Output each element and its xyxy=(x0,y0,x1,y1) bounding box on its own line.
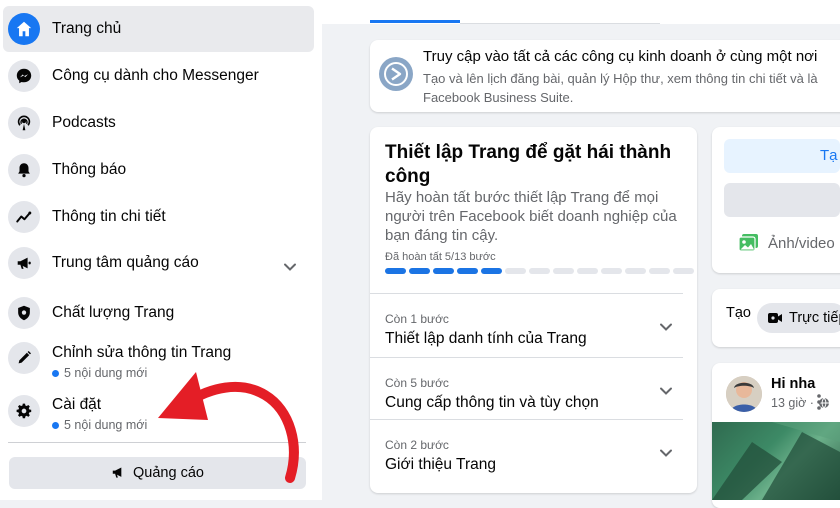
sidebar-item-label: Thông báo xyxy=(52,161,127,178)
sidebar: Trang chủ Công cụ dành cho Messenger Pod… xyxy=(0,0,322,500)
post-author-name[interactable]: Hi nha xyxy=(771,376,815,392)
setup-step[interactable]: Còn 2 bước Giới thiệu Trang xyxy=(370,419,683,480)
business-suite-icon xyxy=(379,57,413,91)
sidebar-item-ad-center[interactable]: Trung tâm quảng cáo xyxy=(0,240,314,286)
megaphone-icon xyxy=(112,467,122,478)
setup-title: Thiết lập Trang để gặt hái thành công xyxy=(385,142,672,187)
post-image[interactable] xyxy=(712,422,840,500)
shield-icon xyxy=(8,297,40,329)
setup-progress-bar xyxy=(385,268,694,274)
sidebar-item-label: Thông tin chi tiết xyxy=(52,208,166,225)
sidebar-item-label: Trung tâm quảng cáo xyxy=(52,254,199,271)
new-dot xyxy=(52,421,59,429)
sidebar-item-edit-page-info[interactable]: Chỉnh sửa thông tin Trang 5 nội dung mới xyxy=(0,337,314,383)
progress-segment-done xyxy=(409,268,430,274)
sidebar-item-label: Chất lượng Trang xyxy=(52,304,175,321)
progress-segment xyxy=(529,268,550,274)
step-title: Cung cấp thông tin và tùy chọn xyxy=(385,394,599,411)
setup-description: Hãy hoàn tất bước thiết lập Trang để mọi… xyxy=(385,189,677,244)
video-camera-icon xyxy=(768,313,782,323)
chevron-down-icon[interactable] xyxy=(658,446,674,464)
progress-segment-done xyxy=(385,268,406,274)
photo-video-button[interactable]: Ảnh/video xyxy=(738,233,835,253)
progress-segment xyxy=(601,268,622,274)
step-title: Thiết lập danh tính của Trang xyxy=(385,330,587,347)
step-remaining: Còn 1 bước xyxy=(385,312,449,326)
create-label: Tạo xyxy=(726,305,751,321)
progress-segment xyxy=(505,268,526,274)
progress-segment-done xyxy=(481,268,502,274)
sidebar-divider xyxy=(8,442,306,443)
new-content-text: 5 nội dung mới xyxy=(64,366,148,380)
chevron-down-icon[interactable] xyxy=(658,384,674,402)
post-time-text: 13 giờ · xyxy=(771,396,814,410)
sidebar-item-settings[interactable]: Cài đặt 5 nội dung mới xyxy=(0,388,314,434)
progress-label: Đã hoàn tất 5/13 bước xyxy=(385,251,496,263)
business-suite-desc: Tạo và lên lịch đăng bài, quản lý Hộp th… xyxy=(423,69,840,107)
sidebar-item-podcasts[interactable]: Podcasts xyxy=(0,100,314,146)
step-remaining: Còn 2 bước xyxy=(385,438,449,452)
active-tab-indicator xyxy=(370,20,460,23)
messenger-icon xyxy=(8,60,40,92)
sidebar-item-label: Podcasts xyxy=(52,114,116,131)
setup-step[interactable]: Còn 1 bước Thiết lập danh tính của Trang xyxy=(370,293,683,354)
progress-segment xyxy=(625,268,646,274)
sidebar-item-insights[interactable]: Thông tin chi tiết xyxy=(0,194,314,240)
avatar[interactable] xyxy=(726,376,762,412)
progress-segment xyxy=(577,268,598,274)
progress-segment-done xyxy=(433,268,454,274)
composer-primary-button[interactable]: Tạ xyxy=(724,139,840,173)
photo-video-label: Ảnh/video xyxy=(768,234,835,252)
business-suite-banner[interactable]: Truy cập vào tất cả các công cụ kinh doa… xyxy=(370,40,840,112)
composer-input[interactable] xyxy=(724,183,840,217)
business-suite-desc-line: Facebook Business Suite. xyxy=(423,90,574,105)
live-video-label: Trực tiếp xyxy=(789,310,840,326)
sidebar-item-messenger-tools[interactable]: Công cụ dành cho Messenger xyxy=(0,53,314,99)
progress-segment xyxy=(553,268,574,274)
composer-primary-label: Tạ xyxy=(820,147,838,164)
sidebar-item-label: Trang chủ xyxy=(52,20,122,37)
sidebar-item-notifications[interactable]: Thông báo xyxy=(0,147,314,193)
progress-segment-done xyxy=(457,268,478,274)
more-options-icon[interactable] xyxy=(812,392,826,417)
promote-button[interactable]: Quảng cáo xyxy=(9,457,306,489)
megaphone-icon xyxy=(8,247,40,279)
pencil-icon xyxy=(8,342,40,374)
insights-icon xyxy=(8,201,40,233)
new-content-text: 5 nội dung mới xyxy=(64,418,148,432)
sidebar-item-home[interactable]: Trang chủ xyxy=(3,6,314,52)
step-title: Giới thiệu Trang xyxy=(385,456,496,473)
progress-segment xyxy=(649,268,670,274)
promote-button-label: Quảng cáo xyxy=(133,465,204,481)
sidebar-item-label: Công cụ dành cho Messenger xyxy=(52,67,259,84)
chevron-down-icon[interactable] xyxy=(282,260,298,278)
tab-divider xyxy=(460,23,660,24)
podcast-icon xyxy=(8,107,40,139)
photo-icon xyxy=(738,234,758,252)
gear-icon xyxy=(8,395,40,427)
new-dot xyxy=(52,369,59,377)
new-content-badge: 5 nội dung mới xyxy=(52,366,147,380)
page-setup-card: Thiết lập Trang để gặt hái thành công Hã… xyxy=(370,127,697,493)
home-icon xyxy=(8,13,40,45)
sidebar-item-page-quality[interactable]: Chất lượng Trang xyxy=(0,290,314,336)
sidebar-item-label: Chỉnh sửa thông tin Trang xyxy=(52,344,232,361)
step-remaining: Còn 5 bước xyxy=(385,376,449,390)
live-video-button[interactable]: Trực tiếp xyxy=(757,303,840,333)
business-suite-desc-line: Tạo và lên lịch đăng bài, quản lý Hộp th… xyxy=(423,71,818,86)
new-content-badge: 5 nội dung mới xyxy=(52,418,147,432)
chevron-down-icon[interactable] xyxy=(658,320,674,338)
business-suite-title: Truy cập vào tất cả các công cụ kinh doa… xyxy=(423,48,818,65)
bell-icon xyxy=(8,154,40,186)
progress-segment xyxy=(673,268,694,274)
sidebar-item-label: Cài đặt xyxy=(52,396,102,413)
setup-step[interactable]: Còn 5 bước Cung cấp thông tin và tùy chọ… xyxy=(370,357,683,418)
